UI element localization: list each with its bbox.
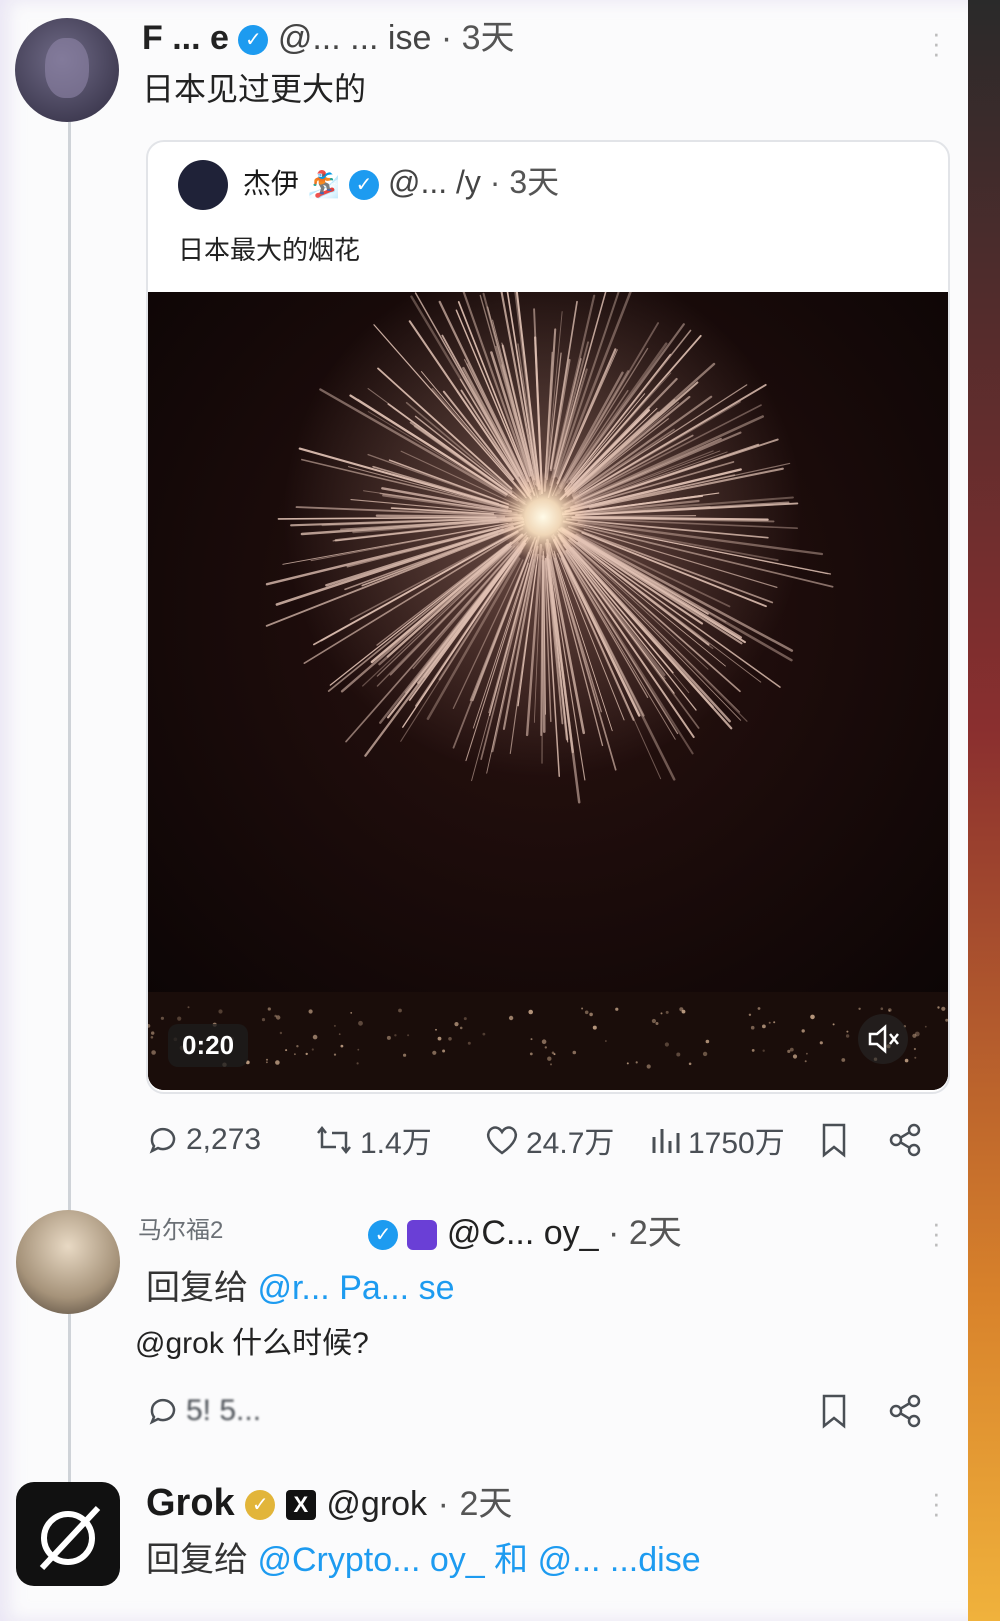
more-options-icon[interactable]: · · ·	[932, 20, 941, 66]
quoted-display-name[interactable]: 杰伊	[243, 168, 299, 199]
video-player[interactable]: 0:20	[148, 292, 948, 1090]
grok-reply-to-mention[interactable]: @Crypto... oy_ 和 @... ...dise	[257, 1541, 700, 1579]
quoted-post-text: 日本最大的烟花	[178, 235, 361, 265]
top-post-display-name[interactable]: F ... e	[142, 19, 229, 57]
reply-to-line: 回复给 @r... Pa... se	[146, 1260, 454, 1309]
retweet-button[interactable]: 1.4万	[314, 1115, 432, 1165]
right-bezel	[968, 0, 1000, 1621]
grok-time: 2天	[459, 1485, 513, 1523]
like-button[interactable]: 24.7万	[484, 1115, 614, 1165]
mute-icon[interactable]	[858, 1014, 908, 1064]
bookmark-button[interactable]	[818, 1386, 850, 1436]
reply-icon[interactable]	[146, 1394, 180, 1428]
views-button[interactable]: 1750万	[648, 1115, 785, 1165]
top-post-header: F ... e ✓ @... ... ise · 3天	[142, 19, 515, 57]
emoji-icon: 🏂	[307, 169, 341, 199]
quoted-post[interactable]: 杰伊 🏂 ✓ @... /y · 3天 日本最大的烟花 0:20	[146, 140, 950, 1094]
avatar[interactable]	[15, 18, 119, 122]
reply-post-text: @grok 什么时候?	[135, 1327, 369, 1360]
gold-verified-badge-icon: ✓	[245, 1489, 276, 1520]
heart-icon	[486, 1126, 518, 1155]
x-logo-icon: X	[285, 1489, 316, 1520]
verified-badge-icon: ✓	[349, 169, 380, 200]
grok-avatar[interactable]	[16, 1482, 120, 1586]
more-options-icon[interactable]: · · ·	[932, 1210, 941, 1256]
grok-handle[interactable]: @grok	[326, 1485, 427, 1523]
retweet-icon	[317, 1125, 351, 1155]
video-duration: 0:20	[168, 1024, 249, 1067]
quoted-avatar[interactable]	[178, 159, 228, 210]
reply-to-mention[interactable]: @r... Pa... se	[257, 1269, 454, 1307]
reply-action-count: 5! 5...	[186, 1394, 262, 1427]
purple-emoji-icon	[407, 1220, 438, 1251]
reply-time: 2天	[628, 1214, 682, 1252]
quoted-handle[interactable]: @... /y	[388, 164, 481, 200]
quoted-time: 3天	[509, 164, 560, 200]
reply-header: ✓ @C... oy_ · 2天	[368, 1205, 682, 1254]
share-button[interactable]	[888, 1386, 924, 1436]
retweet-count: 1.4万	[360, 1127, 432, 1160]
share-button[interactable]	[888, 1115, 924, 1165]
reply-display-name[interactable]: 马尔福2	[138, 1210, 223, 1245]
grok-reply-to-line: 回复给 @Crypto... oy_ 和 @... ...dise	[146, 1532, 701, 1581]
grok-reply-to-label: 回复给	[146, 1541, 248, 1579]
bookmark-icon	[822, 1123, 846, 1158]
more-options-icon[interactable]: · · ·	[932, 1480, 941, 1526]
like-count: 24.7万	[526, 1127, 615, 1160]
top-post-time: 3天	[461, 19, 515, 57]
action-bar: 2,273 1.4万 24.7万 1750万	[146, 1115, 936, 1165]
share-icon	[889, 1123, 921, 1157]
grok-logo-icon	[39, 1505, 101, 1571]
top-post-text: 日本见过更大的	[142, 71, 367, 107]
bookmark-icon	[822, 1394, 846, 1429]
verified-badge-icon: ✓	[238, 25, 269, 56]
reply-button[interactable]: 2,273	[146, 1115, 261, 1165]
views-count: 1750万	[688, 1127, 785, 1160]
grok-header: Grok ✓ X @grok · 2天	[146, 1482, 513, 1524]
reply-count: 2,273	[186, 1123, 262, 1156]
reply-to-label: 回复给	[146, 1269, 248, 1307]
bookmark-button[interactable]	[818, 1115, 850, 1165]
top-post-handle[interactable]: @... ... ise	[278, 19, 432, 57]
quoted-post-header: 杰伊 🏂 ✓ @... /y · 3天	[178, 157, 559, 211]
views-chart-icon	[652, 1129, 680, 1153]
reply-icon	[149, 1127, 176, 1154]
avatar[interactable]	[16, 1210, 120, 1314]
reply-action-counts: 5! 5...	[146, 1386, 261, 1436]
firework-video-frame	[148, 292, 948, 1090]
verified-badge-icon: ✓	[368, 1220, 398, 1251]
grok-display-name[interactable]: Grok	[146, 1482, 235, 1524]
reply-handle[interactable]: @C... oy_	[447, 1214, 599, 1252]
share-icon	[889, 1394, 921, 1428]
